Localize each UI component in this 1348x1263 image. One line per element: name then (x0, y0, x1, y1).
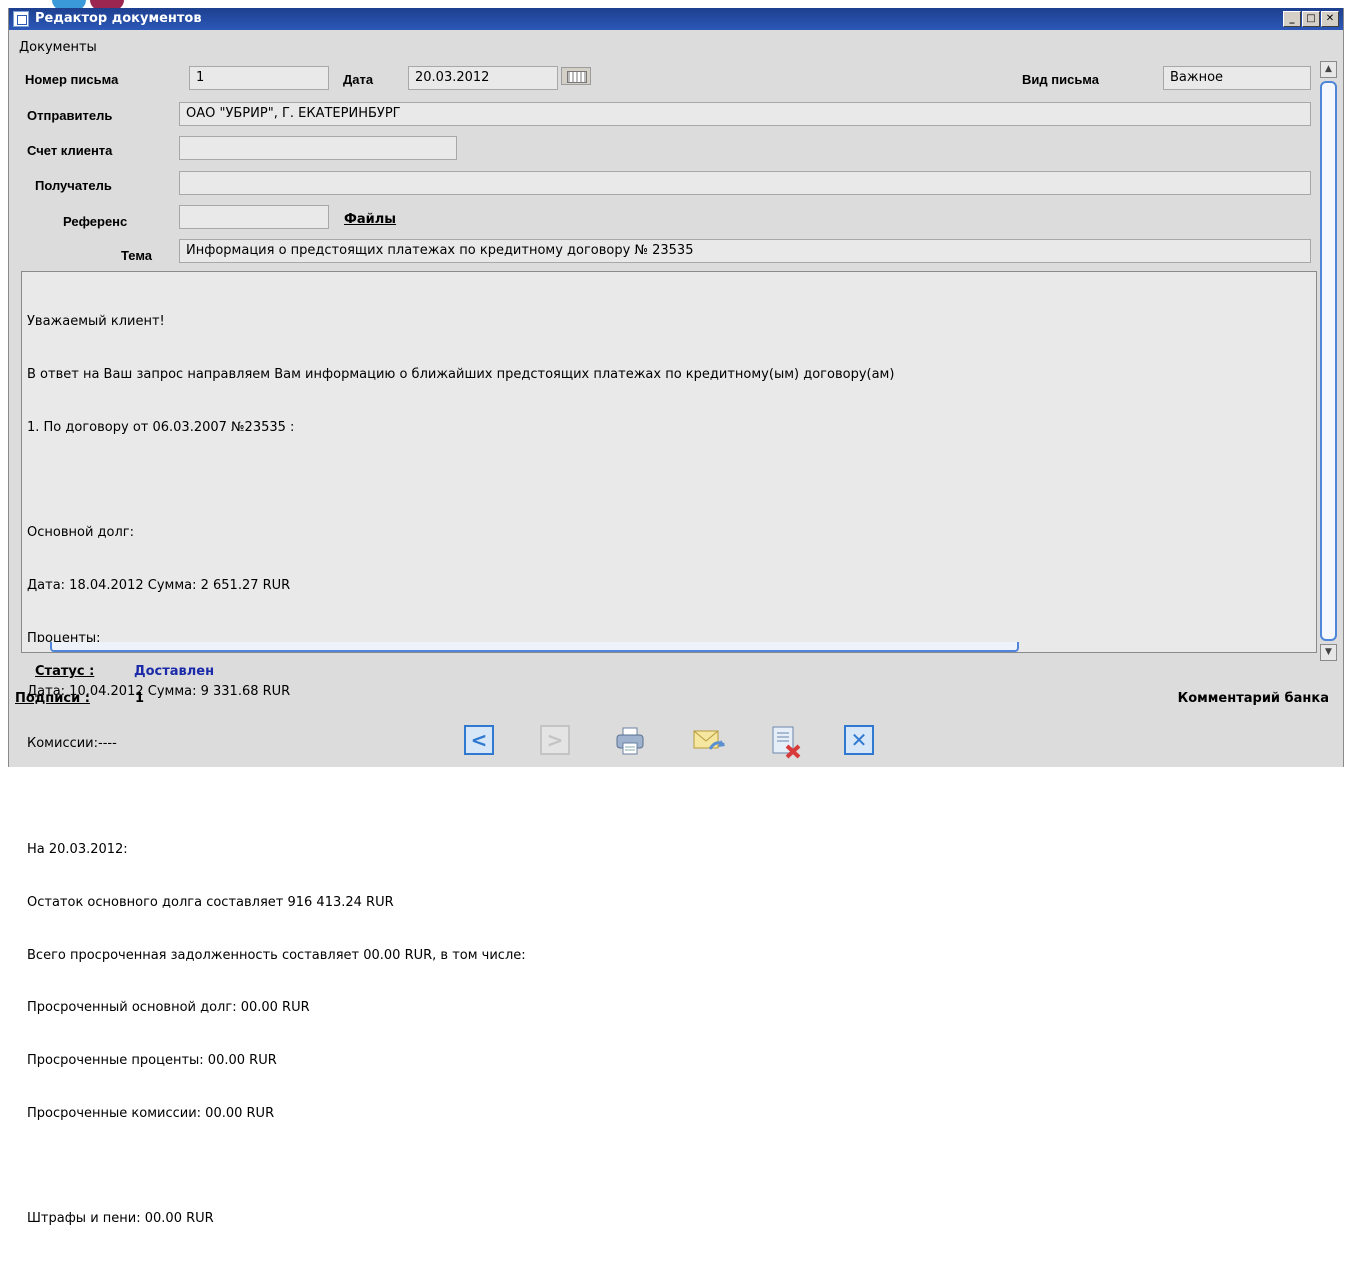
title-bar[interactable]: Редактор документов _ □ ✕ (9, 8, 1343, 30)
signatures-label[interactable]: Подписи : (15, 691, 90, 706)
body-line: Основной долг: (27, 525, 134, 541)
files-link[interactable]: Файлы (344, 212, 396, 227)
sender-label: Отправитель (27, 108, 113, 123)
print-button[interactable] (614, 725, 646, 757)
next-button[interactable]: > (540, 725, 572, 757)
sender-field[interactable]: ОАО "УБРИР", Г. ЕКАТЕРИНБУРГ (179, 102, 1311, 126)
mail-reply-icon (693, 730, 725, 750)
prev-button[interactable]: < (464, 725, 496, 757)
body-line (27, 1158, 894, 1176)
body-line (27, 788, 894, 806)
body-line: Просроченные проценты: 00.00 RUR (27, 1053, 277, 1069)
subject-field[interactable]: Информация о предстоящих платежах по кре… (179, 239, 1311, 263)
letter-number-field[interactable]: 1 (189, 66, 329, 90)
maximize-button[interactable]: □ (1302, 11, 1320, 27)
signatures-value: 1 (135, 691, 145, 706)
status-value: Доставлен (134, 664, 215, 679)
subject-label: Тема (121, 248, 153, 263)
delete-document-icon (772, 726, 801, 759)
minimize-button[interactable]: _ (1283, 11, 1301, 27)
body-line: В ответ на Ваш запрос направляем Вам инф… (27, 366, 895, 382)
status-label[interactable]: Статус : (35, 664, 94, 679)
reference-label: Референс (63, 214, 128, 229)
letter-type-field[interactable]: Важное (1163, 66, 1311, 90)
reference-field[interactable] (179, 205, 329, 229)
horizontal-scrollbar[interactable] (22, 642, 1316, 652)
window-title: Редактор документов (35, 11, 202, 26)
body-line: Штрафы и пени: 00.00 RUR (27, 1211, 214, 1227)
delete-document-button[interactable] (769, 725, 801, 759)
vertical-scroll-thumb[interactable] (1320, 81, 1337, 641)
printer-icon (616, 727, 644, 755)
close-window-button[interactable]: ✕ (1321, 11, 1339, 27)
vertical-scrollbar[interactable]: ▲ ▼ (1320, 61, 1338, 661)
client-account-field[interactable] (179, 136, 457, 160)
close-icon: ✕ (844, 725, 874, 755)
body-line (27, 472, 894, 490)
body-line: 1. По договору от 06.03.2007 №23535 : (27, 419, 295, 435)
menu-documents[interactable]: Документы (19, 40, 97, 55)
date-field[interactable]: 20.03.2012 (408, 66, 558, 90)
document-editor-window: Редактор документов _ □ ✕ Документы Номе… (8, 8, 1344, 1226)
recipient-field[interactable] (179, 171, 1311, 195)
body-line: Просроченные комиссии: 00.00 RUR (27, 1105, 275, 1121)
body-line: Уважаемый клиент! (27, 314, 165, 330)
letter-type-label: Вид письма (1022, 72, 1099, 87)
message-text: Уважаемый клиент! В ответ на Ваш запрос … (27, 278, 894, 1263)
desktop-strip (0, 0, 1348, 10)
bank-comment-label: Комментарий банка (1177, 691, 1329, 706)
body-line: На 20.03.2012: (27, 842, 128, 857)
body-line: Просроченный основной долг: 00.00 RUR (27, 1000, 310, 1016)
calendar-icon[interactable] (561, 67, 591, 85)
body-line: Дата: 10.04.2012 Сумма: 9 331.68 RUR (27, 683, 291, 699)
body-line: Всего просроченная задолженность составл… (27, 947, 526, 963)
body-line: Остаток основного долга составляет 916 4… (27, 894, 394, 910)
reply-mail-button[interactable] (692, 725, 725, 757)
client-account-label: Счет клиента (27, 143, 113, 158)
chevron-right-icon: > (540, 725, 570, 755)
horizontal-scroll-thumb[interactable] (50, 642, 1019, 652)
body-line: Комиссии:---- (27, 736, 117, 752)
recipient-label: Получатель (35, 178, 112, 193)
body-line: Дата: 18.04.2012 Сумма: 2 651.27 RUR (27, 578, 291, 594)
message-body[interactable]: Уважаемый клиент! В ответ на Ваш запрос … (21, 271, 1317, 1226)
date-label: Дата (343, 72, 374, 87)
chevron-left-icon: < (464, 725, 494, 755)
close-button[interactable]: ✕ (844, 725, 876, 757)
scroll-up-icon[interactable]: ▲ (1320, 61, 1337, 78)
scroll-down-icon[interactable]: ▼ (1320, 644, 1337, 661)
letter-number-label: Номер письма (25, 72, 119, 87)
app-icon (13, 11, 29, 27)
